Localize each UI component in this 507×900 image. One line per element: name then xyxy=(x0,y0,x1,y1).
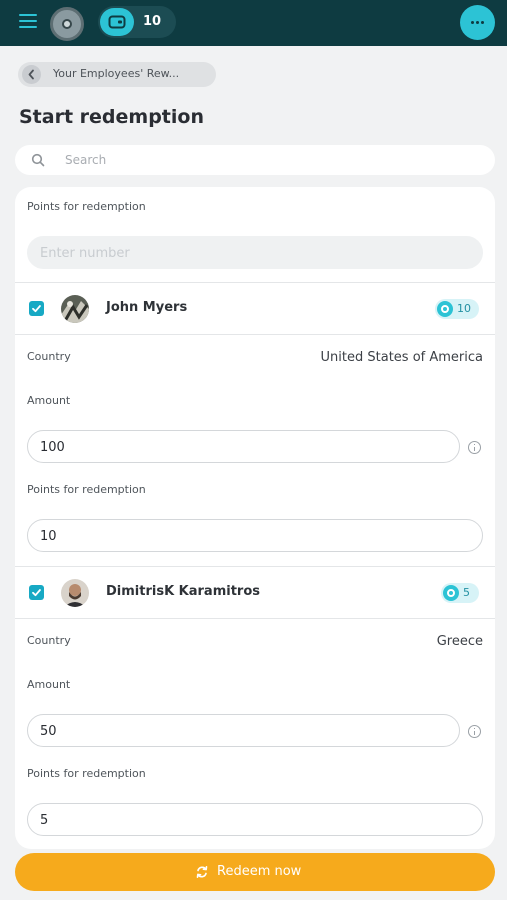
avatar xyxy=(61,295,89,323)
points-input[interactable] xyxy=(40,526,400,546)
points-label: Points for redemption xyxy=(27,483,146,496)
country-label: Country xyxy=(27,350,71,363)
country-value: Greece xyxy=(436,634,483,649)
coin-icon xyxy=(437,301,453,317)
points-field[interactable] xyxy=(27,519,483,552)
search-bar[interactable] xyxy=(15,145,495,175)
points-badge-value: 10 xyxy=(457,302,471,315)
country-label: Country xyxy=(27,634,71,647)
more-options-button[interactable] xyxy=(460,5,495,40)
info-icon[interactable] xyxy=(468,441,481,454)
employee-row[interactable]: John Myers 10 xyxy=(15,283,495,335)
hamburger-icon[interactable] xyxy=(19,14,37,28)
amount-input[interactable] xyxy=(40,721,400,741)
points-label: Points for redemption xyxy=(27,767,146,780)
profile-avatar[interactable] xyxy=(50,7,84,41)
amount-field[interactable] xyxy=(27,714,460,747)
avatar xyxy=(61,579,89,607)
wallet-balance[interactable]: 10 xyxy=(98,6,176,38)
amount-input[interactable] xyxy=(40,437,400,457)
employee-checkbox[interactable] xyxy=(29,301,44,316)
redeem-now-button[interactable]: Redeem now xyxy=(15,853,495,891)
bulk-points-label: Points for redemption xyxy=(27,200,146,213)
wallet-count: 10 xyxy=(143,14,162,29)
amount-label: Amount xyxy=(27,394,71,407)
points-field[interactable] xyxy=(27,803,483,836)
breadcrumb[interactable]: Your Employees' Rew... xyxy=(18,62,216,87)
amount-field[interactable] xyxy=(27,430,460,463)
divider xyxy=(15,618,495,619)
employee-row[interactable]: DimitrisK Karamitros 5 xyxy=(15,567,495,619)
search-input[interactable] xyxy=(65,150,465,170)
chevron-left-icon[interactable] xyxy=(22,65,41,84)
employee-name: DimitrisK Karamitros xyxy=(106,584,260,599)
points-badge: 5 xyxy=(441,583,479,603)
points-input[interactable] xyxy=(40,810,400,830)
info-icon[interactable] xyxy=(468,725,481,738)
bulk-points-input[interactable] xyxy=(40,243,400,263)
redemption-card: Points for redemption John Myers 10 Coun… xyxy=(15,187,495,849)
bulk-points-field[interactable] xyxy=(27,236,483,269)
top-bar: 10 xyxy=(0,0,507,46)
employee-checkbox[interactable] xyxy=(29,585,44,600)
coin-icon xyxy=(443,585,459,601)
redeem-now-label: Redeem now xyxy=(217,864,302,879)
page-title: Start redemption xyxy=(19,106,204,128)
refresh-icon xyxy=(196,866,208,878)
wallet-icon xyxy=(100,8,134,36)
points-badge-value: 5 xyxy=(463,586,470,599)
breadcrumb-label[interactable]: Your Employees' Rew... xyxy=(53,67,179,80)
points-badge: 10 xyxy=(435,299,479,319)
divider xyxy=(15,334,495,335)
search-icon xyxy=(31,153,45,167)
employee-name: John Myers xyxy=(106,300,188,315)
country-value: United States of America xyxy=(320,350,483,365)
amount-label: Amount xyxy=(27,678,71,691)
